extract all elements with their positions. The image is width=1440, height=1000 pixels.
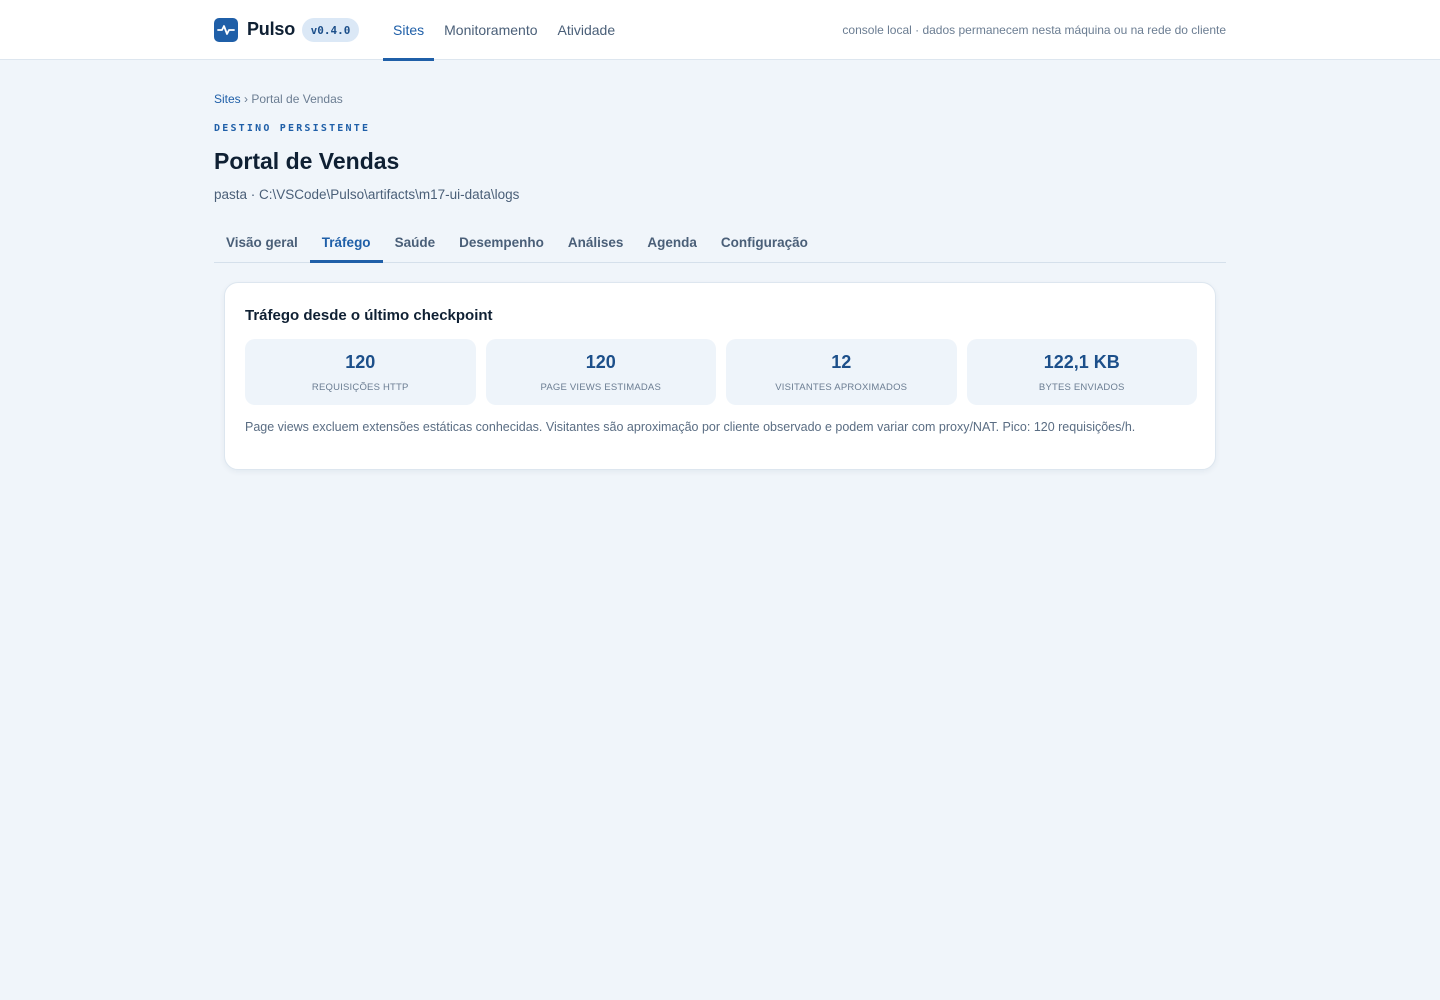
stat-page-views: 120 Page views estimadas — [485, 339, 716, 405]
destination-type-label: DESTINO PERSISTENTE — [214, 123, 371, 134]
nav-item-atividade[interactable]: Atividade — [548, 0, 626, 60]
nav-item-sites[interactable]: Sites — [383, 0, 435, 61]
stat-label: Bytes enviados — [1038, 381, 1125, 393]
tab-agenda[interactable]: Agenda — [635, 222, 709, 262]
stat-visitantes: 12 Visitantes aproximados — [726, 339, 957, 405]
stat-value: 120 — [585, 351, 616, 372]
stat-value: 12 — [831, 351, 852, 372]
breadcrumb: Sites › Portal de Vendas — [214, 92, 343, 106]
pulse-icon[interactable] — [214, 18, 238, 42]
traffic-card: Tráfego desde o último checkpoint 120 Re… — [224, 282, 1216, 470]
site-path: pasta · C:\VSCode\Pulso\artifacts\m17-ui… — [214, 187, 520, 202]
stat-value: 122,1 KB — [1043, 351, 1120, 372]
breadcrumb-link-sites[interactable]: Sites — [214, 92, 241, 106]
tab-desempenho[interactable]: Desempenho — [447, 222, 556, 262]
top-bar: Pulso v0.4.0 Sites Monitoramento Ativida… — [0, 0, 1440, 61]
stat-label: Page views estimadas — [540, 381, 661, 393]
traffic-card-title: Tráfego desde o último checkpoint — [245, 307, 493, 324]
local-console-note: console local · dados permanecem nesta m… — [842, 23, 1226, 37]
brand-name[interactable]: Pulso — [247, 19, 295, 40]
version-badge: v0.4.0 — [302, 18, 359, 42]
traffic-note: Page views excluem extensões estáticas c… — [245, 420, 1136, 434]
main-nav: Sites Monitoramento Atividade — [383, 0, 626, 61]
breadcrumb-current: Portal de Vendas — [251, 92, 343, 106]
tab-configuracao[interactable]: Configuração — [709, 222, 820, 262]
page-title: Portal de Vendas — [214, 148, 400, 174]
traffic-stats: 120 Requisições HTTP 120 Page views esti… — [245, 339, 1197, 405]
tab-trafego[interactable]: Tráfego — [309, 222, 383, 263]
site-tabs: Visão geral Tráfego Saúde Desempenho Aná… — [214, 222, 1226, 263]
stat-requisicoes-http: 120 Requisições HTTP — [245, 339, 476, 405]
stat-value: 120 — [345, 351, 376, 372]
tab-visao-geral[interactable]: Visão geral — [214, 222, 310, 262]
tab-analises[interactable]: Análises — [556, 222, 636, 262]
tab-saude[interactable]: Saúde — [383, 222, 448, 262]
nav-item-monitoramento[interactable]: Monitoramento — [434, 0, 547, 60]
stat-bytes-enviados: 122,1 KB Bytes enviados — [966, 339, 1197, 405]
stat-label: Requisições HTTP — [311, 381, 409, 393]
breadcrumb-separator: › — [244, 92, 249, 106]
stat-label: Visitantes aproximados — [775, 381, 908, 393]
